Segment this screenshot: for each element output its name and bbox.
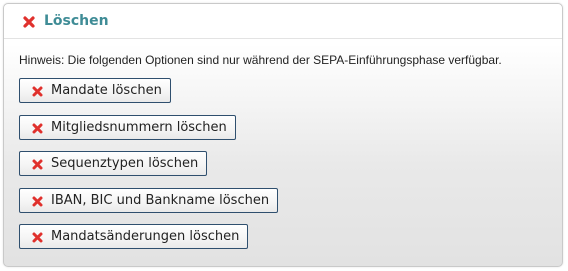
delete-mandates-button[interactable]: Mandate löschen <box>19 78 171 103</box>
delete-member-numbers-button[interactable]: Mitgliedsnummern löschen <box>19 115 236 140</box>
delete-panel: Löschen Hinweis: Die folgenden Optionen … <box>3 3 563 267</box>
button-label: Mandate löschen <box>51 83 162 98</box>
delete-x-icon <box>32 86 43 97</box>
delete-x-icon <box>32 159 43 170</box>
delete-x-icon <box>32 232 43 243</box>
button-label: Mitgliedsnummern löschen <box>51 120 227 135</box>
delete-mandate-changes-button[interactable]: Mandatsänderungen löschen <box>19 224 249 249</box>
delete-x-icon <box>23 16 35 28</box>
panel-header: Löschen <box>4 4 562 39</box>
delete-x-icon <box>32 123 43 134</box>
delete-iban-bic-bankname-button[interactable]: IBAN, BIC und Bankname löschen <box>19 188 279 213</box>
delete-sequence-types-button[interactable]: Sequenztypen löschen <box>19 151 208 176</box>
panel-title: Löschen <box>44 13 109 29</box>
sepa-notice-text: Hinweis: Die folgenden Optionen sind nur… <box>19 53 502 67</box>
delete-x-icon <box>32 196 43 207</box>
button-label: Mandatsänderungen löschen <box>51 229 240 244</box>
button-label: Sequenztypen löschen <box>51 156 199 171</box>
button-label: IBAN, BIC und Bankname löschen <box>51 193 270 208</box>
